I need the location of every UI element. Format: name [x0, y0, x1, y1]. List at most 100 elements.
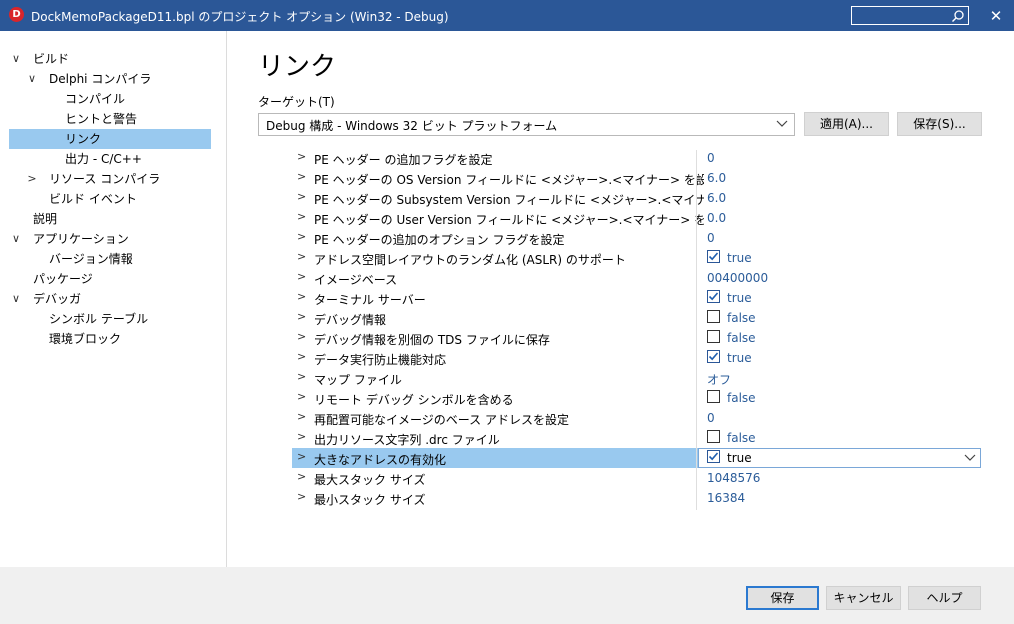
delphi-app-icon: D	[9, 7, 24, 22]
property-row[interactable]: > マップ ファイル オフ	[292, 368, 981, 388]
window-title: DockMemoPackageD11.bpl のプロジェクト オプション (Wi…	[31, 10, 449, 24]
sidebar-item-label: ヒントと警告	[65, 112, 138, 126]
property-value[interactable]: オフ	[707, 371, 731, 388]
chevron-right-icon[interactable]: >	[297, 410, 306, 423]
property-row[interactable]: > 出力リソース文字列 .drc ファイル false	[292, 428, 981, 448]
property-name: デバッグ情報	[314, 313, 387, 327]
property-name: PE ヘッダーの Subsystem Version フィールドに <メジャー>…	[314, 193, 704, 207]
sidebar-item[interactable]: バージョン情報	[9, 249, 211, 269]
property-checkbox[interactable]	[707, 450, 720, 463]
sidebar-item[interactable]: シンボル テーブル	[9, 309, 211, 329]
sidebar-item[interactable]: ビルド イベント	[9, 189, 211, 209]
property-value: true	[727, 451, 752, 465]
sidebar-item[interactable]: パッケージ	[9, 269, 211, 289]
apply-button[interactable]: 適用(A)...	[804, 112, 889, 136]
property-value[interactable]: 00400000	[707, 271, 768, 285]
target-label: ターゲット(T)	[258, 95, 335, 109]
property-row[interactable]: > ターミナル サーバー true	[292, 288, 981, 308]
property-value[interactable]: 0	[707, 231, 715, 245]
sidebar-item[interactable]: リンク	[9, 129, 211, 149]
checkmark-icon	[708, 292, 719, 301]
chevron-right-icon[interactable]: >	[297, 170, 306, 183]
property-row[interactable]: > デバッグ情報を別個の TDS ファイルに保存 false	[292, 328, 981, 348]
title-search-box[interactable]	[851, 6, 969, 25]
chevron-right-icon[interactable]: >	[297, 390, 306, 403]
property-checkbox[interactable]	[707, 430, 720, 443]
chevron-down-icon[interactable]: ∨	[25, 69, 39, 89]
property-checkbox[interactable]	[707, 290, 720, 303]
close-icon[interactable]: ✕	[985, 6, 1007, 26]
target-select[interactable]: Debug 構成 - Windows 32 ビット プラットフォーム	[258, 113, 795, 136]
chevron-right-icon[interactable]: >	[297, 310, 306, 323]
property-row[interactable]: > アドレス空間レイアウトのランダム化 (ASLR) のサポート true	[292, 248, 981, 268]
chevron-right-icon[interactable]: >	[297, 250, 306, 263]
sidebar-item[interactable]: 説明	[9, 209, 211, 229]
property-value[interactable]: 0	[707, 151, 715, 165]
property-row[interactable]: > PE ヘッダーの Subsystem Version フィールドに <メジャー…	[292, 188, 981, 208]
property-checkbox[interactable]	[707, 310, 720, 323]
property-row[interactable]: > 最小スタック サイズ 16384	[292, 488, 981, 508]
sidebar-item[interactable]: 環境ブロック	[9, 329, 211, 349]
property-row[interactable]: > PE ヘッダー の追加フラグを設定 0	[292, 148, 981, 168]
sidebar-item-label: リンク	[65, 132, 102, 146]
property-row[interactable]: > データ実行防止機能対応 true	[292, 348, 981, 368]
chevron-right-icon[interactable]: >	[297, 470, 306, 483]
target-select-value: Debug 構成 - Windows 32 ビット プラットフォーム	[266, 119, 558, 133]
checkmark-icon	[708, 452, 719, 461]
property-name: 最小スタック サイズ	[314, 493, 426, 507]
sidebar-item[interactable]: ∨ ビルド	[9, 49, 211, 69]
cancel-button[interactable]: キャンセル	[826, 586, 901, 610]
property-row[interactable]: > リモート デバッグ シンボルを含める false	[292, 388, 981, 408]
chevron-right-icon[interactable]: >	[297, 150, 306, 163]
sidebar-item[interactable]: ∨ デバッガ	[9, 289, 211, 309]
chevron-right-icon[interactable]: >	[297, 230, 306, 243]
chevron-down-icon	[964, 454, 976, 461]
property-row[interactable]: > 大きなアドレスの有効化 true	[292, 448, 981, 468]
property-row[interactable]: > イメージベース 00400000	[292, 268, 981, 288]
chevron-right-icon[interactable]: >	[297, 350, 306, 363]
chevron-right-icon[interactable]: >	[297, 290, 306, 303]
sidebar-item[interactable]: > リソース コンパイラ	[9, 169, 211, 189]
sidebar-item[interactable]: ∨ Delphi コンパイラ	[9, 69, 211, 89]
property-name: 大きなアドレスの有効化	[314, 453, 447, 467]
property-checkbox[interactable]	[707, 250, 720, 263]
chevron-right-icon[interactable]: >	[297, 430, 306, 443]
chevron-down-icon[interactable]: ∨	[9, 49, 23, 69]
property-value[interactable]: 16384	[707, 491, 745, 505]
property-checkbox[interactable]	[707, 330, 720, 343]
save-as-button[interactable]: 保存(S)...	[897, 112, 982, 136]
property-name: PE ヘッダーの追加のオプション フラグを設定	[314, 233, 565, 247]
chevron-right-icon[interactable]: >	[297, 270, 306, 283]
sidebar-item-label: Delphi コンパイラ	[49, 72, 152, 86]
property-value[interactable]: 1048576	[707, 471, 760, 485]
property-value[interactable]: 0	[707, 411, 715, 425]
property-value[interactable]: 6.0	[707, 191, 726, 205]
property-checkbox[interactable]	[707, 390, 720, 403]
save-button[interactable]: 保存	[746, 586, 819, 610]
chevron-right-icon[interactable]: >	[297, 210, 306, 223]
chevron-right-icon[interactable]: >	[25, 169, 39, 189]
property-row[interactable]: > PE ヘッダーの追加のオプション フラグを設定 0	[292, 228, 981, 248]
property-checkbox[interactable]	[707, 350, 720, 363]
property-row[interactable]: > 再配置可能なイメージのベース アドレスを設定 0	[292, 408, 981, 428]
chevron-right-icon[interactable]: >	[297, 330, 306, 343]
sidebar-item[interactable]: コンパイル	[9, 89, 211, 109]
property-row[interactable]: > PE ヘッダーの User Version フィールドに <メジャー>.<マイ…	[292, 208, 981, 228]
property-row[interactable]: > デバッグ情報 false	[292, 308, 981, 328]
chevron-right-icon[interactable]: >	[297, 190, 306, 203]
property-value[interactable]: 0.0	[707, 211, 726, 225]
property-row[interactable]: > PE ヘッダーの OS Version フィールドに <メジャー>.<マイナー…	[292, 168, 981, 188]
property-value[interactable]: 6.0	[707, 171, 726, 185]
sidebar-item[interactable]: ヒントと警告	[9, 109, 211, 129]
chevron-down-icon[interactable]: ∨	[9, 229, 23, 249]
chevron-right-icon[interactable]: >	[297, 370, 306, 383]
sidebar-item[interactable]: 出力 - C/C++	[9, 149, 211, 169]
chevron-down-icon[interactable]: ∨	[9, 289, 23, 309]
property-row[interactable]: > 最大スタック サイズ 1048576	[292, 468, 981, 488]
sidebar-item-label: コンパイル	[65, 92, 126, 106]
chevron-right-icon[interactable]: >	[297, 450, 306, 463]
help-button[interactable]: ヘルプ	[908, 586, 981, 610]
chevron-right-icon[interactable]: >	[297, 490, 306, 503]
sidebar-item[interactable]: ∨ アプリケーション	[9, 229, 211, 249]
property-value: true	[727, 351, 752, 365]
